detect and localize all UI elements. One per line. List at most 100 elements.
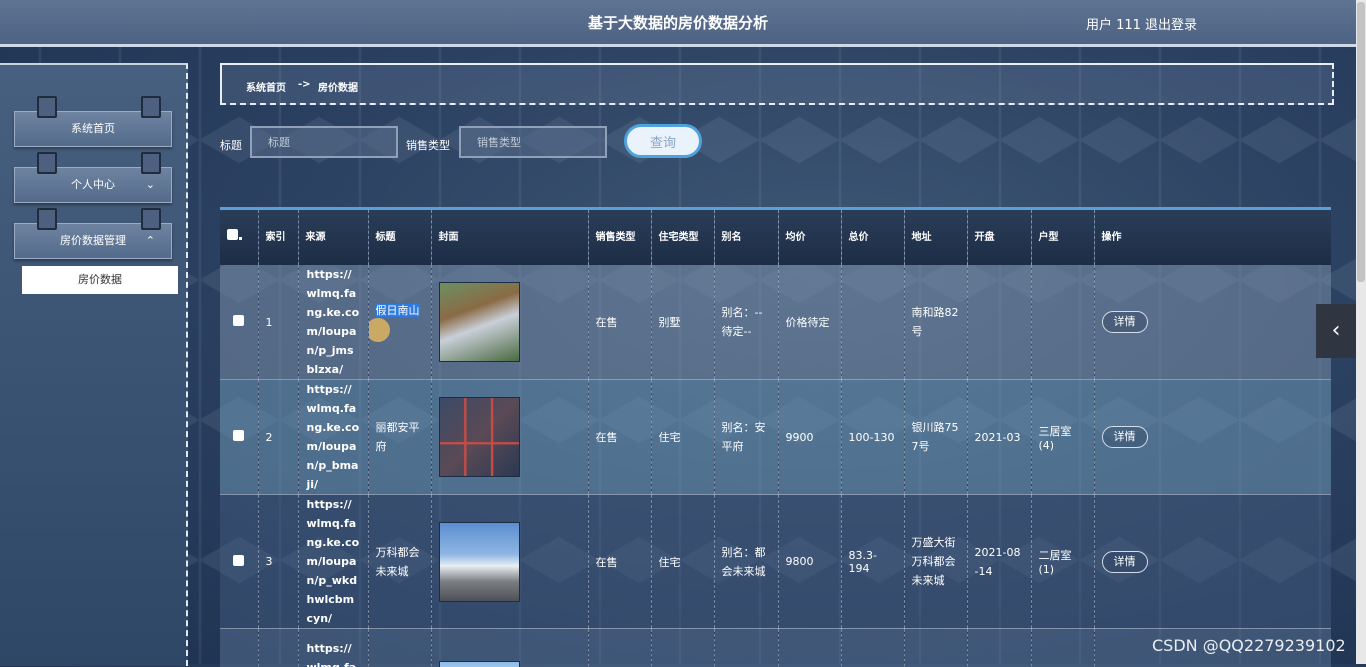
row-select-cell xyxy=(220,495,258,629)
detail-button[interactable]: 详情 xyxy=(1102,311,1148,333)
cell-house-type: 住宅 xyxy=(651,495,714,629)
cell-index xyxy=(258,629,298,667)
cell-action: 详情 xyxy=(1094,380,1331,495)
header-cover: 封面 xyxy=(431,210,588,265)
cell-address: 南和路82号 xyxy=(904,265,967,380)
binder-clip-icon xyxy=(37,208,57,230)
sales-type-filter-label: 销售类型 xyxy=(406,137,450,153)
header-house-type: 住宅类型 xyxy=(651,210,714,265)
header-avg-price: 均价 xyxy=(778,210,841,265)
title-filter-input[interactable] xyxy=(250,126,398,158)
row-select-cell xyxy=(220,380,258,495)
table-row: 2 https://wlmq.fang.ke.com/loupan/p_bmaj… xyxy=(220,380,1331,495)
cell-title: 丽都安平府 xyxy=(368,380,431,495)
cell-title xyxy=(368,629,431,667)
binder-clip-icon xyxy=(37,152,57,174)
cell-title-highlighted: 假日南山 xyxy=(376,304,420,317)
chevron-down-icon: ⌄ xyxy=(146,168,155,202)
cell-layout xyxy=(1031,629,1094,667)
top-bar: 基于大数据的房价数据分析 用户 111 退出登录 xyxy=(0,0,1356,47)
sidebar: 系统首页 个人中心 ⌄ 房价数据管理 ⌃ 房价数据 xyxy=(0,63,188,666)
breadcrumb: 系统首页 -> 房价数据 xyxy=(220,63,1334,105)
sidebar-item-label: 个人中心 xyxy=(71,178,115,191)
cell-cover xyxy=(431,265,588,380)
sidebar-subitem-house-data[interactable]: 房价数据 xyxy=(22,266,178,294)
cell-avg-price xyxy=(778,629,841,667)
cell-address: 银川路757号 xyxy=(904,380,967,495)
cell-avg-price: 9800 xyxy=(778,495,841,629)
cell-cover xyxy=(431,380,588,495)
scrollbar-thumb[interactable] xyxy=(1357,2,1365,282)
cell-alias: 别名：--待定-- xyxy=(714,265,778,380)
user-label: 用户 111 xyxy=(1086,14,1141,33)
breadcrumb-separator: -> xyxy=(298,79,311,90)
cell-opening xyxy=(967,629,1031,667)
cell-cover xyxy=(431,629,588,667)
breadcrumb-current: 房价数据 xyxy=(318,79,358,94)
header-source: 来源 xyxy=(298,210,368,265)
table-header-row: 索引 来源 标题 封面 销售类型 住宅类型 别名 均价 总价 地址 开盘 户型 … xyxy=(220,210,1331,265)
table-row: 3 https://wlmq.fang.ke.com/loupan/p_wkdh… xyxy=(220,495,1331,629)
cell-action: 详情 xyxy=(1094,495,1331,629)
cell-opening: 2021-03 xyxy=(967,380,1031,495)
cover-image xyxy=(439,397,520,477)
sidebar-item-house-data-management[interactable]: 房价数据管理 ⌃ xyxy=(14,223,172,259)
cell-layout: 三居室(4) xyxy=(1031,380,1094,495)
row-checkbox[interactable] xyxy=(233,555,244,566)
cover-image xyxy=(439,282,520,362)
row-select-cell xyxy=(220,629,258,667)
row-select-cell xyxy=(220,265,258,380)
cell-cover xyxy=(431,495,588,629)
header-total-price: 总价 xyxy=(841,210,904,265)
house-data-table: 索引 来源 标题 封面 销售类型 住宅类型 别名 均价 总价 地址 开盘 户型 … xyxy=(220,207,1331,667)
cell-index: 1 xyxy=(258,265,298,380)
cell-alias: 别名：安平府 xyxy=(714,380,778,495)
sales-type-filter-input[interactable] xyxy=(459,126,607,158)
cell-avg-price: 9900 xyxy=(778,380,841,495)
breadcrumb-home[interactable]: 系统首页 xyxy=(246,79,286,94)
cell-title: 假日南山 xyxy=(368,265,431,380)
cell-sales-type: 在售 xyxy=(588,495,651,629)
page-scrollbar[interactable] xyxy=(1356,0,1366,664)
detail-button[interactable]: 详情 xyxy=(1102,426,1148,448)
sidebar-item-label: 房价数据管理 xyxy=(60,234,126,247)
cell-total-price: 100-130 xyxy=(841,380,904,495)
binder-clip-icon xyxy=(37,96,57,118)
cell-total-price: 83.3-194 xyxy=(841,495,904,629)
chevron-up-icon: ⌃ xyxy=(146,224,155,258)
header-sales-type: 销售类型 xyxy=(588,210,651,265)
query-button[interactable]: 查询 xyxy=(624,124,702,158)
header-action: 操作 xyxy=(1094,210,1331,265)
cell-source: https://wlmq.fang.k xyxy=(298,629,368,667)
collapse-panel-tab[interactable]: ‹ xyxy=(1316,304,1356,358)
table-row: 1 https://wlmq.fang.ke.com/loupan/p_jmsb… xyxy=(220,265,1331,380)
cell-sales-type: 在售 xyxy=(588,265,651,380)
cell-sales-type xyxy=(588,629,651,667)
cell-total-price xyxy=(841,265,904,380)
header-layout: 户型 xyxy=(1031,210,1094,265)
cell-source: https://wlmq.fang.ke.com/loupan/p_bmaji/ xyxy=(298,380,368,495)
cell-layout: 二居室(1) xyxy=(1031,495,1094,629)
header-alias: 别名 xyxy=(714,210,778,265)
cell-avg-price: 价格待定 xyxy=(778,265,841,380)
title-filter-label: 标题 xyxy=(220,137,242,153)
sidebar-item-home[interactable]: 系统首页 xyxy=(14,111,172,147)
watermark: CSDN @QQ2279239102 xyxy=(1152,636,1346,655)
cell-title: 万科都会未来城 xyxy=(368,495,431,629)
row-checkbox[interactable] xyxy=(233,315,244,326)
chevron-left-icon: ‹ xyxy=(1332,318,1341,343)
logout-link[interactable]: 退出登录 xyxy=(1145,14,1197,33)
cell-index: 2 xyxy=(258,380,298,495)
select-all-cell xyxy=(220,210,258,265)
header-title: 标题 xyxy=(368,210,431,265)
cell-opening xyxy=(967,265,1031,380)
cell-address: 万盛大街万科都会未来城 xyxy=(904,495,967,629)
cell-total-price xyxy=(841,629,904,667)
row-checkbox[interactable] xyxy=(233,430,244,441)
sidebar-item-personal-center[interactable]: 个人中心 ⌄ xyxy=(14,167,172,203)
select-all-checkbox[interactable] xyxy=(227,229,238,240)
header-address: 地址 xyxy=(904,210,967,265)
detail-button[interactable]: 详情 xyxy=(1102,551,1148,573)
cell-alias: 别名：都会未来城 xyxy=(714,495,778,629)
header-opening: 开盘 xyxy=(967,210,1031,265)
